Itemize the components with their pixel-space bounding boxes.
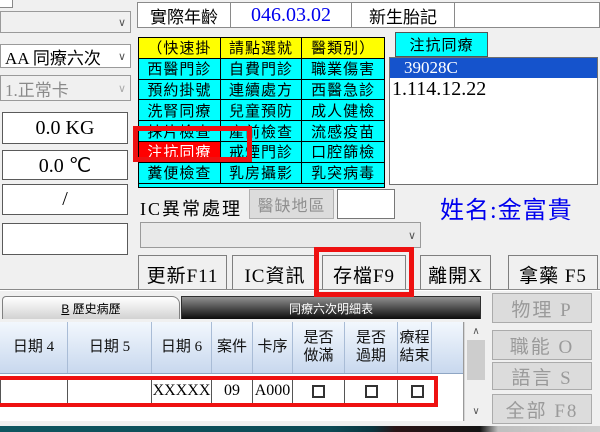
speech-therapy-button[interactable]: 語言 S xyxy=(492,362,592,390)
scroll-down-icon[interactable]: ∨ xyxy=(467,403,485,419)
cutoff-control-fragment xyxy=(0,0,13,8)
quick-item-occupational-injury[interactable]: 職業傷害 xyxy=(302,59,384,80)
get-medicine-f5-button[interactable]: 拿藥 F5 xyxy=(508,255,598,293)
quick-item-child-prevention[interactable]: 兒童預防 xyxy=(221,100,303,121)
chevron-down-icon: ∨ xyxy=(118,82,126,95)
cell-course-end xyxy=(398,377,437,405)
quick-item-stool-test[interactable]: 糞便檢查 xyxy=(139,163,221,184)
therapy-type-dropdown[interactable]: AA 同療六次 ∨ xyxy=(0,44,131,68)
therapy-code-listbox[interactable]: 39028C 1.114.12.22 xyxy=(389,57,598,185)
quick-item-prenatal-checkup[interactable]: 產前檢查 xyxy=(221,121,303,142)
col-completed: 是否做滿 xyxy=(293,322,345,373)
chevron-down-icon: ∨ xyxy=(118,16,126,29)
quick-panel-header: 醫類別） xyxy=(302,38,384,59)
col-date5: 日期 5 xyxy=(68,322,152,373)
quick-panel-header: 請點選就 xyxy=(221,38,303,59)
cell-case: 09 xyxy=(212,377,253,405)
patient-info-row: 實際年齡 046.03.02 新生胎記 xyxy=(137,2,600,28)
cell-date6: XXXXX xyxy=(152,377,212,405)
tab-history-label: 歷史病歷 xyxy=(69,302,120,316)
quick-item-continuous-prescription[interactable]: 連續處方 xyxy=(221,80,303,101)
ic-exception-label: IC異常處理 xyxy=(140,195,242,221)
col-date6: 日期 6 xyxy=(152,322,212,373)
quick-registration-panel: （快速掛 請點選就 醫類別） 西醫門診 自費門診 職業傷害 預約掛號 連續處方 … xyxy=(138,37,385,188)
occupational-therapy-button[interactable]: 職能 O xyxy=(492,330,592,360)
actual-age-label: 實際年齡 xyxy=(137,2,231,28)
cell-date5 xyxy=(68,377,152,405)
col-course-end: 療程結束 xyxy=(398,322,432,373)
quick-item-papilloma-virus[interactable]: 乳突病毒 xyxy=(302,163,384,184)
therapy-type-value: AA 同療六次 xyxy=(5,44,101,69)
empty-cell xyxy=(455,2,600,28)
cell-date4 xyxy=(0,377,68,405)
birthmark-label: 新生胎記 xyxy=(352,2,455,28)
window-bottom-edge xyxy=(0,426,600,432)
medical-shortage-region-button[interactable]: 醫缺地區 xyxy=(249,189,334,219)
quick-item-injection-therapy-selected[interactable]: 注抗同療 xyxy=(139,142,221,163)
expired-checkbox[interactable] xyxy=(365,385,378,398)
physical-therapy-button[interactable]: 物理 P xyxy=(492,293,592,323)
empty-input[interactable] xyxy=(2,223,128,255)
table-row[interactable]: XXXXX 09 A000 xyxy=(0,377,437,405)
quick-panel-header: （快速掛 xyxy=(139,38,221,59)
quick-item-appointment[interactable]: 預約掛號 xyxy=(139,80,221,101)
actual-age-value: 046.03.02 xyxy=(231,2,352,28)
save-f9-button[interactable]: 存檔F9 xyxy=(322,255,406,293)
card-type-dropdown[interactable]: 1.正常卡 ∨ xyxy=(0,75,131,101)
list-item[interactable]: 1.114.12.22 xyxy=(390,78,597,101)
cell-card-seq: A000 xyxy=(253,377,293,405)
table-header-row: 日期 4 日期 5 日期 6 案件 卡序 是否做滿 是否過期 療程結束 xyxy=(0,322,463,374)
quick-item-flu-vaccine[interactable]: 流感疫苗 xyxy=(302,121,384,142)
therapy-detail-table: 日期 4 日期 5 日期 6 案件 卡序 是否做滿 是否過期 療程結束 XXXX… xyxy=(0,322,464,421)
completed-checkbox[interactable] xyxy=(312,385,325,398)
quick-item-dialysis-therapy[interactable]: 洗腎同療 xyxy=(139,100,221,121)
tab-history-records[interactable]: B 歷史病歷 xyxy=(2,296,180,319)
patient-name-label: 姓名:金富貴 xyxy=(440,190,573,225)
injection-therapy-tab[interactable]: 注抗同療 xyxy=(395,32,488,57)
chevron-down-icon: ∨ xyxy=(408,229,416,242)
ic-exception-dropdown[interactable]: ∨ xyxy=(140,222,421,248)
col-expired: 是否過期 xyxy=(345,322,398,373)
col-case: 案件 xyxy=(212,322,253,373)
col-card-seq: 卡序 xyxy=(253,322,293,373)
quick-item-adult-checkup[interactable]: 成人健檢 xyxy=(302,100,384,121)
course-end-checkbox[interactable] xyxy=(411,385,424,398)
small-input[interactable] xyxy=(337,189,395,219)
tab-therapy-six-detail[interactable]: 同療六次明細表 xyxy=(181,296,481,319)
scrollbar-thumb[interactable] xyxy=(467,340,485,380)
weight-input[interactable]: 0.0 KG xyxy=(2,112,128,144)
scroll-up-icon[interactable]: ∧ xyxy=(467,323,485,339)
cell-completed xyxy=(293,377,345,405)
col-filler xyxy=(432,322,463,373)
quick-item-western-outpatient[interactable]: 西醫門診 xyxy=(139,59,221,80)
col-date4: 日期 4 xyxy=(0,322,68,373)
quick-item-oral-screening[interactable]: 口腔篩檢 xyxy=(302,142,384,163)
blood-pressure-input[interactable]: / xyxy=(2,184,128,215)
ic-info-button[interactable]: IC資訊 xyxy=(232,255,318,293)
cell-expired xyxy=(345,377,398,405)
empty-dropdown-top[interactable]: ∨ xyxy=(0,11,131,33)
card-type-value: 1.正常卡 xyxy=(5,76,69,101)
list-item-selected[interactable]: 39028C xyxy=(390,58,597,78)
quick-item-smoking-cessation[interactable]: 戒煙門診 xyxy=(221,142,303,163)
quick-item-self-pay[interactable]: 自費門診 xyxy=(221,59,303,80)
all-f8-button[interactable]: 全部 F8 xyxy=(492,394,592,424)
exit-x-button[interactable]: 離開X xyxy=(420,255,491,293)
chevron-down-icon: ∨ xyxy=(118,50,126,63)
temperature-input[interactable]: 0.0 ℃ xyxy=(2,150,128,180)
table-scrollbar[interactable]: ∧ ∨ xyxy=(464,322,486,421)
quick-item-mammography[interactable]: 乳房攝影 xyxy=(221,163,303,184)
quick-item-western-emergency[interactable]: 西醫急診 xyxy=(302,80,384,101)
quick-item-smear-test[interactable]: 抹片檢查 xyxy=(139,121,221,142)
update-f11-button[interactable]: 更新F11 xyxy=(138,255,227,293)
